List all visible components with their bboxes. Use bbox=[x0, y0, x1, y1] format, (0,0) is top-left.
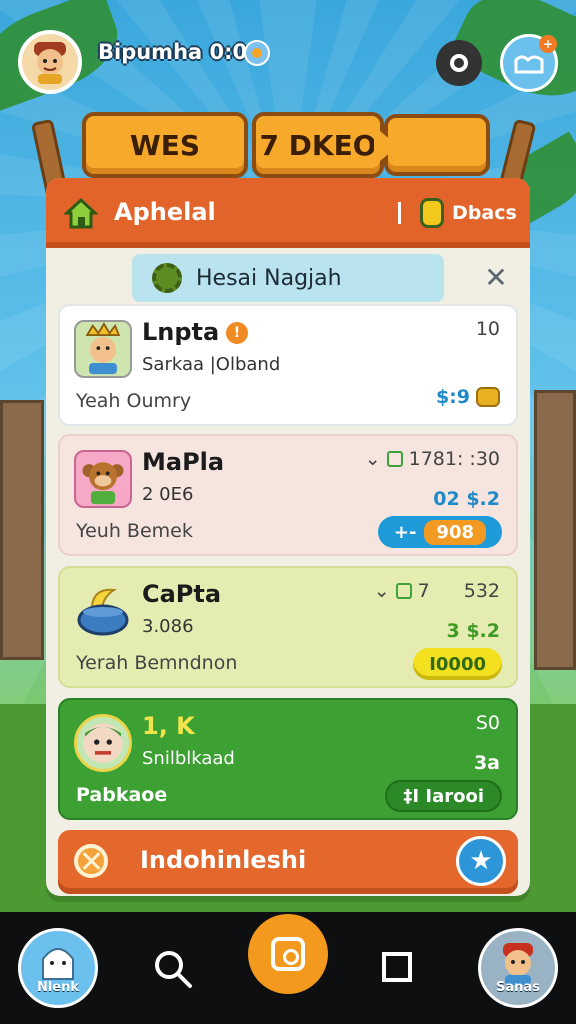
offer-timer-b: 532 bbox=[463, 580, 500, 602]
offer-footer: Yeuh Bemek bbox=[76, 520, 193, 542]
player-name: Bipumha 0:00 bbox=[98, 40, 262, 64]
monkey-character-icon bbox=[74, 450, 132, 508]
favorite-button[interactable]: ★ bbox=[456, 836, 506, 886]
offer-footer-label: Pabkaoe bbox=[76, 784, 168, 806]
camera-button[interactable] bbox=[248, 914, 328, 994]
offer-price: $:9 bbox=[436, 386, 500, 408]
offer-price: 3 $.2 bbox=[446, 620, 501, 642]
chevron-down-icon: ⌄ bbox=[373, 580, 390, 602]
home-icon[interactable] bbox=[64, 197, 98, 229]
buy-button-value: 908 bbox=[424, 519, 486, 545]
offer-footer-value: Oumry bbox=[126, 390, 192, 412]
offer-price: 3a bbox=[473, 752, 500, 774]
offer-timer: ⌄ 1781: :30 bbox=[365, 448, 500, 470]
nav-profile-button[interactable]: Nlenk bbox=[18, 928, 98, 1008]
nav-friends-button[interactable]: Sanas bbox=[478, 928, 558, 1008]
buy-button-sign: +- bbox=[393, 521, 417, 543]
offer-card[interactable]: MaPla 2 0E6 Yeuh Bemek ⌄ 1781: :30 02 $.… bbox=[58, 434, 518, 556]
player-name-text: Bipumha bbox=[98, 40, 203, 64]
nav-profile-label: Nlenk bbox=[36, 980, 80, 995]
offer-footer: Yerah Bemndnon bbox=[76, 652, 237, 674]
offer-card[interactable]: CaPta 3.086 Yerah Bemndnon ⌄ 7 532 3 $.2… bbox=[58, 566, 518, 688]
offer-count: S0 bbox=[475, 712, 500, 734]
king-character-icon bbox=[74, 320, 132, 378]
offer-footer-label: Yeuh bbox=[76, 520, 121, 542]
offer-subtitle: 2 0E6 bbox=[142, 484, 194, 505]
currency-icon bbox=[244, 40, 270, 66]
section-title-bar: Hesai Nagjah bbox=[132, 254, 444, 302]
record-button[interactable] bbox=[436, 40, 482, 86]
buy-button[interactable]: +- 908 bbox=[377, 516, 502, 548]
cancel-icon bbox=[74, 844, 108, 878]
notification-badge: + bbox=[539, 35, 557, 53]
offer-subtitle: Sarkaa |Olband bbox=[142, 354, 281, 375]
square-shape bbox=[382, 952, 412, 982]
inbox-button[interactable]: + bbox=[500, 34, 558, 92]
claim-label: Indohinleshi bbox=[140, 846, 307, 874]
ring-icon bbox=[450, 54, 468, 72]
sign-plank bbox=[384, 114, 490, 176]
camera-icon bbox=[271, 937, 305, 971]
buy-button[interactable]: I0000 bbox=[413, 648, 502, 680]
offer-footer-value: Bemek bbox=[126, 520, 193, 542]
sign-right-text: 7 DKEO bbox=[259, 128, 377, 162]
square-icon[interactable] bbox=[376, 946, 422, 992]
sign-arrow-icon bbox=[374, 126, 398, 166]
offer-footer-label: Yeah bbox=[76, 390, 121, 412]
offer-price: 02 $.2 bbox=[433, 488, 500, 510]
offer-subtitle: 3.086 bbox=[142, 616, 194, 637]
stone-block-left bbox=[0, 400, 44, 660]
deals-label: Dbacs bbox=[452, 202, 517, 224]
calendar-icon bbox=[386, 451, 403, 467]
info-badge-icon: ! bbox=[226, 322, 248, 344]
star-icon: ★ bbox=[469, 846, 493, 876]
offer-price-text: $:9 bbox=[435, 386, 470, 408]
header-divider bbox=[398, 202, 401, 224]
mail-icon bbox=[514, 55, 544, 74]
panel-title: Aphelal bbox=[114, 198, 216, 226]
offer-footer: Yeah Oumry bbox=[76, 390, 191, 412]
offer-title: MaPla bbox=[142, 448, 225, 476]
offer-title: Lnpta bbox=[142, 318, 220, 346]
offer-footer-label: Yerah bbox=[76, 652, 129, 674]
gear-icon bbox=[152, 263, 182, 293]
offer-card[interactable]: 1, K Snilblkaad Pabkaoe S0 3a ‡I Iarooi bbox=[58, 698, 518, 820]
stone-block-right bbox=[534, 390, 576, 670]
section-title: Hesai Nagjah bbox=[196, 265, 342, 291]
close-button[interactable]: ✕ bbox=[482, 264, 510, 292]
offer-subtitle: Snilblkaad bbox=[142, 748, 235, 769]
avatar-face-icon bbox=[34, 42, 66, 84]
claim-button[interactable]: Indohinleshi ★ bbox=[58, 830, 518, 894]
offer-timer-text: 1781: :30 bbox=[408, 448, 500, 470]
chevron-down-icon: ⌄ bbox=[364, 448, 381, 470]
buy-button[interactable]: ‡I Iarooi bbox=[385, 780, 502, 812]
coin-icon bbox=[476, 387, 500, 407]
sign-right: 7 DKEO bbox=[252, 112, 384, 178]
fruit-bowl-icon bbox=[77, 588, 129, 636]
sign-left: WES bbox=[82, 112, 248, 178]
sign-left-text: WES bbox=[129, 128, 201, 162]
player-avatar[interactable] bbox=[18, 30, 82, 94]
offer-title: 1, K bbox=[142, 712, 195, 740]
offer-timer: ⌄ 7 532 bbox=[374, 580, 500, 602]
offer-title: CaPta bbox=[142, 580, 222, 608]
deals-button[interactable]: Dbacs bbox=[420, 194, 517, 232]
offer-footer-value: Bemndnon bbox=[134, 652, 238, 674]
offer-timer-a: 7 bbox=[417, 580, 430, 602]
panel-header: Aphelal Dbacs bbox=[46, 178, 530, 248]
calendar-icon bbox=[395, 583, 412, 599]
offer-count: 10 bbox=[475, 318, 500, 340]
shop-panel: Aphelal Dbacs Hesai Nagjah ✕ Lnpta ! Sar… bbox=[46, 178, 530, 896]
search-icon[interactable] bbox=[150, 946, 196, 992]
offer-card[interactable]: Lnpta ! Sarkaa |Olband Yeah Oumry 10 $:9 bbox=[58, 304, 518, 426]
zombie-character-icon bbox=[74, 714, 132, 772]
nav-friends-label: Sanas bbox=[496, 980, 540, 995]
deals-icon bbox=[420, 198, 444, 228]
